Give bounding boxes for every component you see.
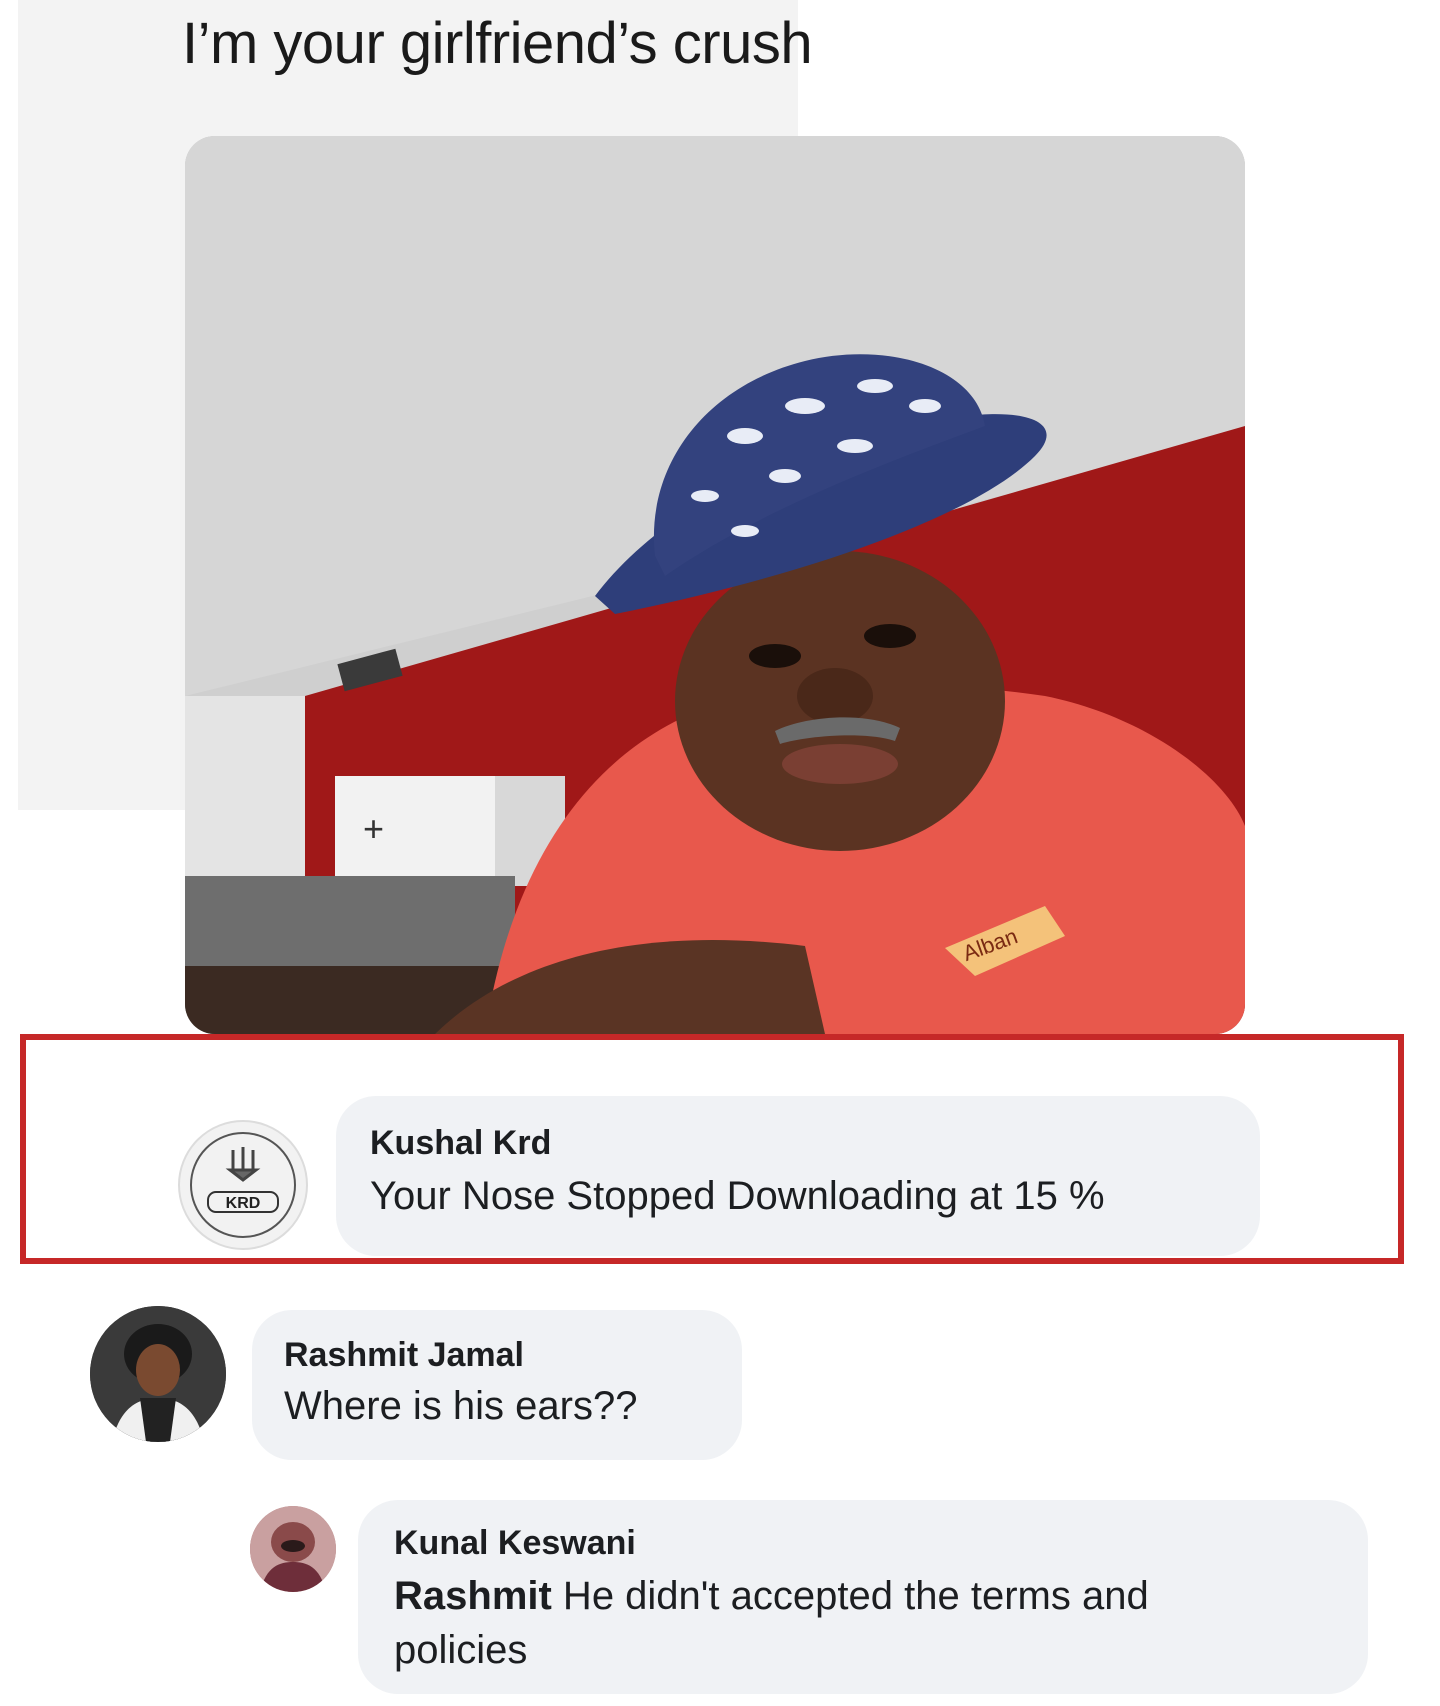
avatar-kushal-krd[interactable]: KRD — [178, 1120, 308, 1250]
avatar-text: KRD — [226, 1195, 261, 1212]
reply-author[interactable]: Kunal Keswani — [394, 1524, 1332, 1563]
avatar-rashmit-jamal[interactable] — [90, 1306, 226, 1442]
post-photo[interactable]: + Alban — [185, 136, 1245, 1034]
comment-text: Your Nose Stopped Downloading at 15 % — [370, 1174, 1105, 1218]
krd-logo-icon: KRD — [190, 1132, 296, 1238]
comment-bubble[interactable]: Rashmit Jamal Where is his ears?? — [252, 1310, 742, 1460]
photo-illustration: + Alban — [185, 136, 1245, 1034]
reply-mention[interactable]: Rashmit — [394, 1574, 552, 1618]
comment-text: Where is his ears?? — [284, 1384, 638, 1428]
comment-author[interactable]: Rashmit Jamal — [284, 1336, 710, 1375]
post-caption: I’m your girlfriend’s crush — [182, 11, 813, 76]
profile-photo-icon — [90, 1306, 226, 1442]
reply-text: Rashmit He didn't accepted the terms and… — [394, 1569, 1274, 1677]
comment-bubble[interactable]: Kushal Krd Your Nose Stopped Downloading… — [336, 1096, 1260, 1256]
reply-bubble[interactable]: Kunal Keswani Rashmit He didn't accepted… — [358, 1500, 1368, 1694]
comment-author[interactable]: Kushal Krd — [370, 1124, 1226, 1163]
wall-cabinet — [335, 776, 495, 886]
wall-sign: + — [363, 808, 384, 849]
profile-photo-icon — [250, 1506, 336, 1592]
avatar-kunal-keswani[interactable] — [250, 1506, 336, 1592]
